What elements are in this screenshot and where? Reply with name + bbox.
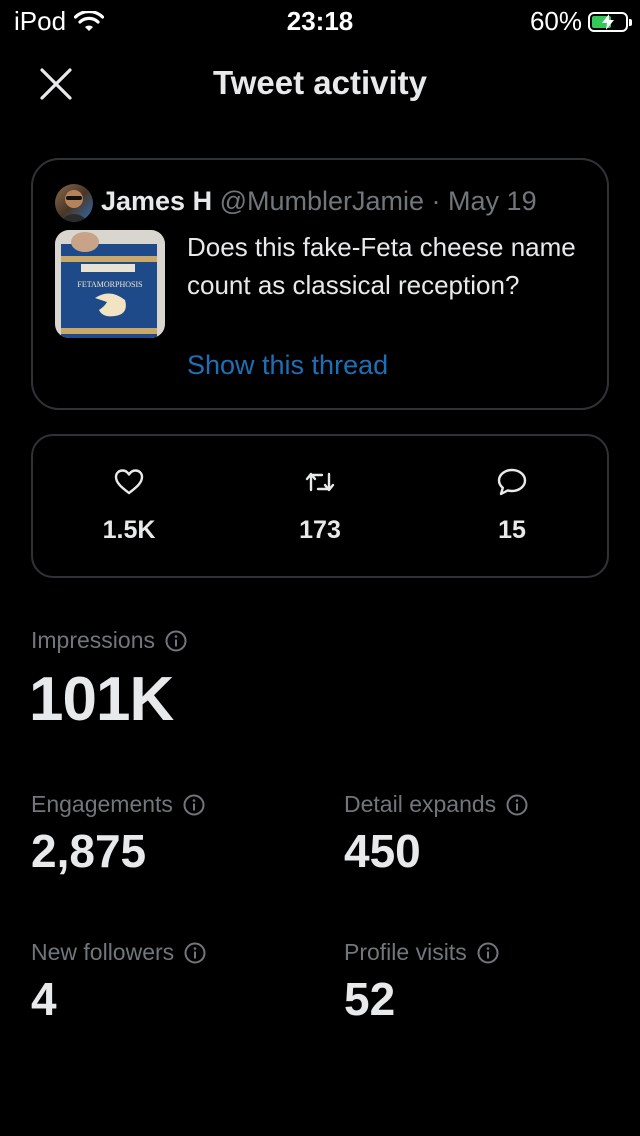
profile-visits-value: 52 [344, 973, 396, 1025]
likes-value: 1.5K [102, 516, 156, 544]
replies-count[interactable]: 15 [432, 466, 592, 545]
new-followers-value: 4 [31, 973, 57, 1025]
battery-nub [629, 18, 632, 26]
profile-visits-label: Profile visits [344, 939, 467, 965]
impressions-label-row: Impressions [31, 627, 187, 654]
info-icon[interactable] [184, 942, 206, 964]
heart-icon [114, 469, 144, 495]
author-name[interactable]: James H [101, 186, 212, 216]
tweet-text: Does this fake-Feta cheese name count as… [187, 232, 576, 300]
battery-icon [588, 11, 632, 32]
impressions-value: 101K [29, 665, 174, 734]
profile-visits-label-row: Profile visits [344, 939, 499, 966]
info-icon[interactable] [183, 794, 205, 816]
avatar[interactable] [55, 184, 93, 222]
charging-bolt-icon [602, 13, 614, 30]
likes-count[interactable]: 1.5K [49, 466, 209, 545]
engagements-label: Engagements [31, 791, 173, 817]
retweet-icon [305, 472, 335, 492]
battery-percent: 60% [529, 6, 582, 36]
detail-expands-value: 450 [344, 825, 421, 877]
replies-value: 15 [498, 516, 526, 544]
author-handle-date: @MumblerJamie · May 19 [219, 186, 537, 216]
reply-icon [497, 468, 527, 496]
impressions-label: Impressions [31, 627, 155, 653]
info-icon[interactable] [506, 794, 528, 816]
engagement-counts-card: 1.5K 173 15 [31, 434, 609, 578]
tweet-image[interactable]: FETAMORPHOSIS [55, 230, 165, 338]
tweet-author-row: James H @MumblerJamie · May 19 [101, 186, 537, 217]
cheese-package-image: FETAMORPHOSIS [55, 230, 165, 338]
retweets-value: 173 [299, 516, 341, 544]
new-followers-label-row: New followers [31, 939, 206, 966]
detail-expands-label: Detail expands [344, 791, 497, 817]
status-bar-right: 60% [529, 6, 632, 37]
engagements-value: 2,875 [31, 825, 147, 877]
info-icon[interactable] [477, 942, 499, 964]
show-thread-link[interactable]: Show this thread [187, 350, 388, 381]
avatar-image [59, 190, 89, 222]
package-text: FETAMORPHOSIS [77, 280, 142, 289]
engagements-label-row: Engagements [31, 791, 205, 818]
page-title: Tweet activity [213, 64, 427, 101]
info-icon[interactable] [165, 630, 187, 652]
retweets-count[interactable]: 173 [240, 466, 400, 545]
tweet-card[interactable]: James H @MumblerJamie · May 19 FETAMORPH… [31, 158, 609, 410]
detail-expands-label-row: Detail expands [344, 791, 528, 818]
new-followers-label: New followers [31, 939, 175, 965]
